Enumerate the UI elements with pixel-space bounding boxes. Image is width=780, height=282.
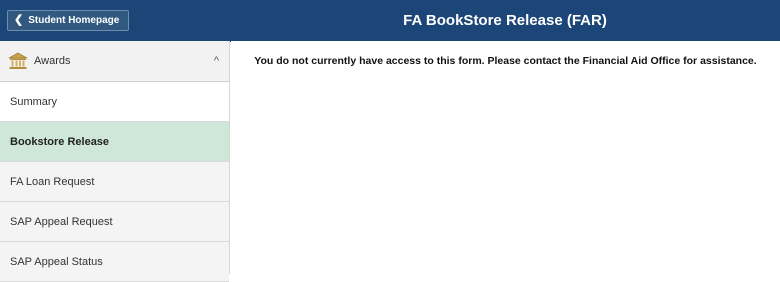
sidebar-item-fa-loan-request[interactable]: FA Loan Request <box>0 162 229 202</box>
chevron-up-icon[interactable]: ^ <box>214 55 219 67</box>
main-content: You do not currently have access to this… <box>231 41 780 274</box>
sidebar: Awards ^ Summary Bookstore Release FA Lo… <box>0 41 230 282</box>
sidebar-item-sap-appeal-request[interactable]: SAP Appeal Request <box>0 202 229 242</box>
sidebar-item-label: SAP Appeal Request <box>10 215 113 228</box>
sidebar-group-label: Awards <box>34 55 71 67</box>
sidebar-item-sap-appeal-status[interactable]: SAP Appeal Status <box>0 242 229 282</box>
back-button-label: Student Homepage <box>28 15 120 26</box>
sidebar-item-summary[interactable]: Summary <box>0 82 229 122</box>
header-bar: ❮ Student Homepage FA BookStore Release … <box>0 0 780 42</box>
sidebar-group-awards[interactable]: Awards ^ <box>0 41 229 82</box>
sidebar-item-label: SAP Appeal Status <box>10 255 103 268</box>
chevron-left-icon: ❮ <box>14 14 24 26</box>
page-title: FA BookStore Release (FAR) <box>403 12 607 29</box>
sidebar-item-bookstore-release[interactable]: Bookstore Release <box>0 122 229 162</box>
access-denied-message: You do not currently have access to this… <box>254 55 757 67</box>
sidebar-item-label: Bookstore Release <box>10 135 110 148</box>
sidebar-item-label: FA Loan Request <box>10 175 95 188</box>
bank-building-icon <box>8 52 28 69</box>
sidebar-item-label: Summary <box>10 95 58 108</box>
student-homepage-back-button[interactable]: ❮ Student Homepage <box>7 10 130 31</box>
